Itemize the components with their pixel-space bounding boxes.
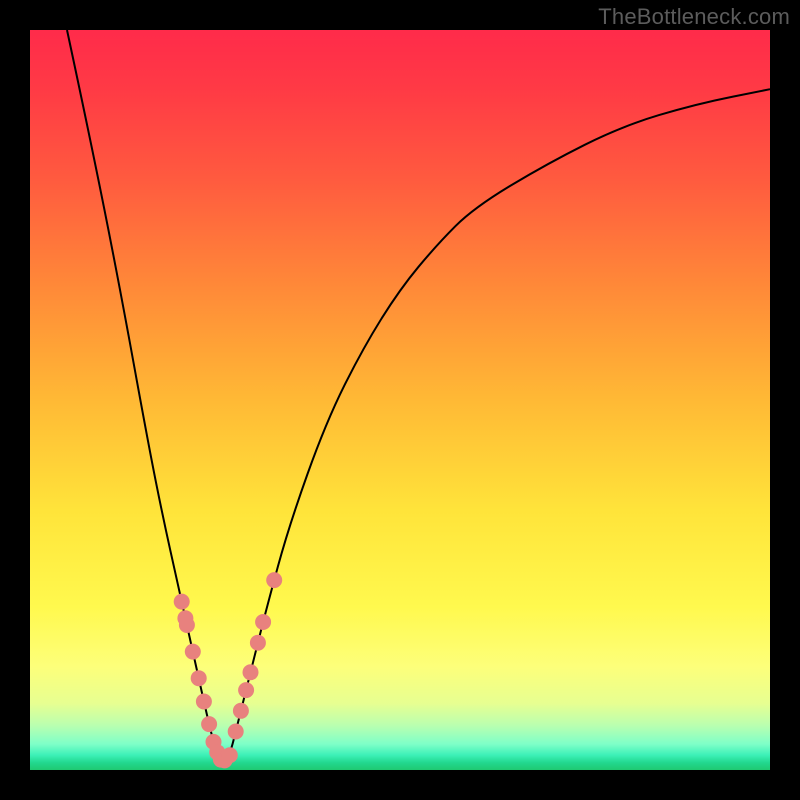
- watermark-text: TheBottleneck.com: [598, 4, 790, 30]
- scatter-dot: [179, 617, 195, 633]
- chart-svg: [30, 30, 770, 770]
- scatter-dot: [228, 724, 244, 740]
- scatter-dots: [174, 572, 283, 768]
- scatter-dot: [196, 694, 212, 710]
- scatter-dot: [250, 635, 266, 651]
- scatter-dot: [233, 703, 249, 719]
- bottleneck-curve: [67, 30, 770, 760]
- scatter-dot: [201, 716, 217, 732]
- chart-frame: TheBottleneck.com: [0, 0, 800, 800]
- scatter-dot: [238, 682, 254, 698]
- scatter-dot: [191, 670, 207, 686]
- scatter-dot: [255, 614, 271, 630]
- scatter-dot: [266, 572, 282, 588]
- scatter-dot: [243, 664, 259, 680]
- scatter-dot: [185, 644, 201, 660]
- scatter-dot: [174, 594, 190, 610]
- scatter-dot: [222, 747, 238, 763]
- plot-area: [30, 30, 770, 770]
